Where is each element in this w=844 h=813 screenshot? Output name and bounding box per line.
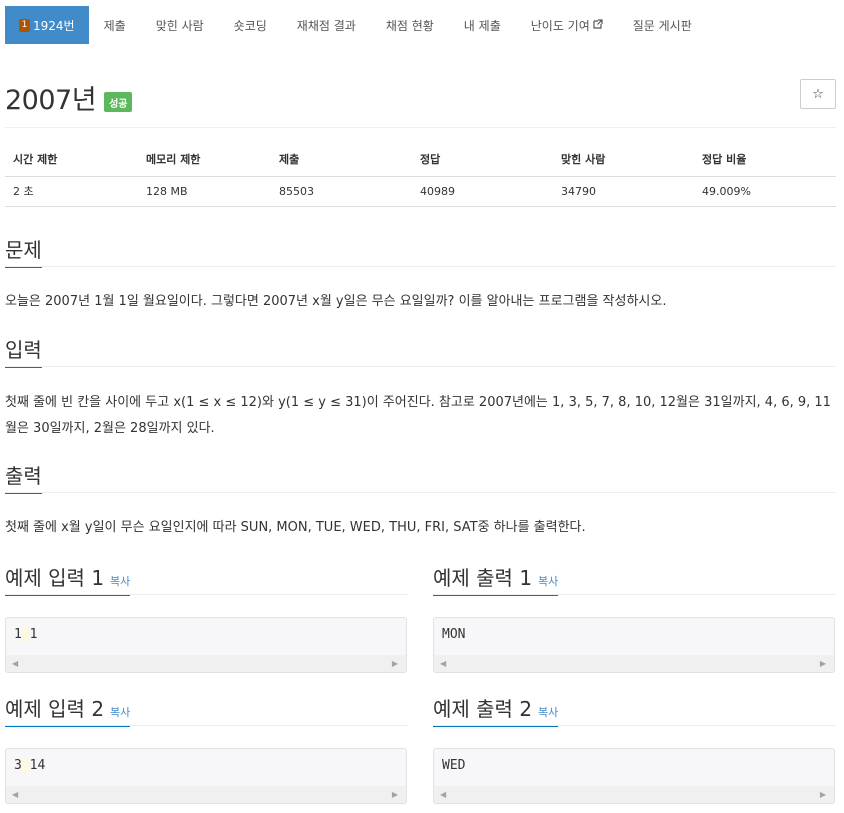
header-solved-users: 맞힌 사람: [553, 143, 694, 177]
title-row: 2007년 성공: [5, 78, 133, 117]
sample-value: 3: [14, 758, 22, 773]
section-title: 예제 입력 1 복사: [5, 565, 131, 596]
sample-title: 예제 출력 2: [433, 697, 533, 721]
sample-output-1-text: MON: [442, 627, 466, 642]
horizontal-scrollbar[interactable]: [6, 786, 406, 803]
nav-item-problem[interactable]: 1924번: [5, 6, 89, 44]
nav-item-qna-board[interactable]: 질문 게시판: [618, 6, 707, 44]
nav-item-label: 1924번: [33, 18, 75, 33]
output-description: 첫째 줄에 x월 y일이 무슨 요일인지에 따라 SUN, MON, TUE, …: [5, 520, 586, 535]
copy-sample-output-1-button[interactable]: 복사: [538, 575, 558, 588]
problem-description: 오늘은 2007년 1월 1일 월요일이다. 그렇다면 2007년 x월 y일은…: [5, 294, 667, 309]
nav-item-label: 난이도 기여: [530, 18, 590, 33]
nav-item-my-submissions[interactable]: 내 제출: [449, 6, 516, 44]
nav-item-rejudge-results[interactable]: 재채점 결과: [282, 6, 371, 44]
title-divider: [5, 127, 836, 128]
scroll-left-icon[interactable]: ◀: [12, 659, 18, 668]
sample-output-2-text: WED: [442, 758, 466, 773]
nav-item-submit[interactable]: 제출: [89, 6, 141, 44]
cell-submissions: 85503: [271, 176, 412, 207]
section-title: 예제 출력 2 복사: [433, 696, 559, 727]
section-title: 문제: [5, 237, 42, 268]
sample-input-2-text: 3 14: [14, 758, 45, 773]
page-title: 2007년: [5, 85, 97, 116]
sample-output-2-box[interactable]: WED ◀ ▶: [433, 748, 835, 804]
horizontal-scrollbar[interactable]: [6, 655, 406, 672]
cell-time-limit: 2 초: [5, 176, 138, 207]
copy-sample-output-2-button[interactable]: 복사: [538, 706, 558, 719]
sample-input-1-heading: 예제 입력 1 복사: [5, 564, 408, 596]
sample-input-1-box[interactable]: 1 1 ◀ ▶: [5, 617, 407, 673]
cell-memory-limit: 128 MB: [138, 176, 271, 207]
output-section-heading: 출력: [5, 462, 836, 494]
copy-sample-input-1-button[interactable]: 복사: [110, 575, 130, 588]
header-accept-ratio: 정답 비율: [694, 143, 836, 177]
cell-solved-users: 34790: [553, 176, 694, 207]
nav-item-label: 맞힌 사람: [155, 18, 204, 33]
section-title: 예제 입력 2 복사: [5, 696, 131, 727]
input-section-heading: 입력: [5, 336, 836, 368]
sample-output-1-heading: 예제 출력 1 복사: [433, 564, 836, 596]
section-title: 예제 출력 1 복사: [433, 565, 559, 596]
copy-sample-input-2-button[interactable]: 복사: [110, 706, 130, 719]
nav-item-label: 제출: [103, 18, 126, 33]
highlighted-space: [21, 627, 30, 642]
scroll-left-icon[interactable]: ◀: [440, 790, 446, 799]
nav-item-label: 내 제출: [463, 18, 501, 33]
problem-section-heading: 문제: [5, 236, 836, 268]
table-row: 2 초 128 MB 85503 40989 34790 49.009%: [5, 176, 836, 207]
status-badge: 성공: [104, 91, 133, 112]
sample-output-1-box[interactable]: MON ◀ ▶: [433, 617, 835, 673]
header-time-limit: 시간 제한: [5, 143, 138, 177]
nav-item-judge-status[interactable]: 채점 현황: [371, 6, 449, 44]
sample-input-2-box[interactable]: 3 14 ◀ ▶: [5, 748, 407, 804]
nav-item-label: 숏코딩: [233, 18, 267, 33]
nav-item-label: 질문 게시판: [632, 18, 692, 33]
horizontal-scrollbar[interactable]: [434, 655, 834, 672]
tier-badge-icon: [19, 18, 30, 32]
section-title: 출력: [5, 463, 42, 494]
favorite-star-button[interactable]: ☆: [800, 79, 836, 109]
nav-item-short-coding[interactable]: 숏코딩: [219, 6, 282, 44]
nav-item-solved-users[interactable]: 맞힌 사람: [141, 6, 219, 44]
nav-item-difficulty-contribution[interactable]: 난이도 기여: [516, 6, 618, 44]
cell-accepted: 40989: [412, 176, 553, 207]
nav-item-label: 재채점 결과: [296, 18, 356, 33]
sample-title: 예제 입력 1: [5, 566, 105, 590]
sample-value: 14: [29, 758, 46, 773]
cell-accept-ratio: 49.009%: [694, 176, 836, 207]
scroll-right-icon[interactable]: ▶: [392, 790, 398, 799]
header-accepted: 정답: [412, 143, 553, 177]
sample-value: 1: [29, 627, 38, 642]
nav-item-label: 채점 현황: [385, 18, 434, 33]
sample-output-2-heading: 예제 출력 2 복사: [433, 695, 836, 727]
horizontal-scrollbar[interactable]: [434, 786, 834, 803]
scroll-left-icon[interactable]: ◀: [12, 790, 18, 799]
scroll-right-icon[interactable]: ▶: [820, 659, 826, 668]
sample-value: 1: [14, 627, 22, 642]
sample-input-1-text: 1 1: [14, 627, 37, 642]
highlighted-space: [21, 758, 30, 773]
sample-input-2-heading: 예제 입력 2 복사: [5, 695, 408, 727]
input-description: 첫째 줄에 빈 칸을 사이에 두고 x(1 ≤ x ≤ 12)와 y(1 ≤ y…: [5, 395, 831, 436]
header-memory-limit: 메모리 제한: [138, 143, 271, 177]
star-icon: ☆: [812, 86, 824, 102]
sample-title: 예제 입력 2: [5, 697, 105, 721]
problem-nav: 1924번 제출 맞힌 사람 숏코딩 재채점 결과 채점 현황 내 제출 난이도…: [5, 6, 707, 44]
scroll-left-icon[interactable]: ◀: [440, 659, 446, 668]
section-title: 입력: [5, 337, 42, 368]
scroll-right-icon[interactable]: ▶: [392, 659, 398, 668]
scroll-right-icon[interactable]: ▶: [820, 790, 826, 799]
external-link-icon: [593, 18, 603, 32]
header-submissions: 제출: [271, 143, 412, 177]
sample-title: 예제 출력 1: [433, 566, 533, 590]
table-header-row: 시간 제한 메모리 제한 제출 정답 맞힌 사람 정답 비율: [5, 143, 836, 177]
problem-info-table: 시간 제한 메모리 제한 제출 정답 맞힌 사람 정답 비율 2 초 128 M…: [5, 143, 836, 207]
